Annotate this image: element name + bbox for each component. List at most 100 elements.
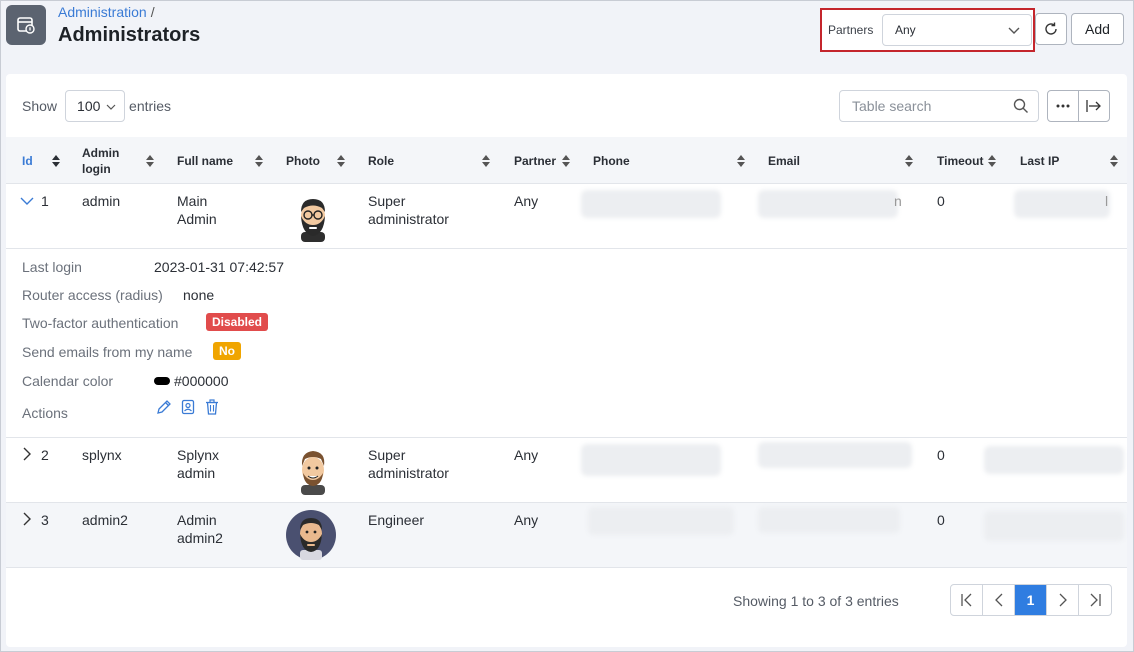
partners-label: Partners — [828, 23, 874, 37]
cell-role: Super administrator — [368, 192, 449, 228]
sort-icon[interactable] — [905, 155, 913, 167]
table-search-input[interactable]: Table search — [839, 90, 1039, 122]
send-emails-status-badge: No — [213, 342, 241, 360]
last-ip-redacted — [984, 446, 1124, 474]
actions-label: Actions — [22, 405, 68, 421]
column-header-full-name[interactable]: Full name — [177, 137, 233, 184]
phone-redacted — [581, 190, 721, 218]
cell-timeout: 0 — [937, 512, 945, 528]
sort-icon[interactable] — [562, 155, 570, 167]
two-factor-label: Two-factor authentication — [22, 315, 179, 331]
sort-icon[interactable] — [255, 155, 263, 167]
expand-row-toggle[interactable] — [20, 512, 34, 526]
avatar-bearded-man-circle-image — [286, 510, 336, 560]
cell-id: 3 — [41, 512, 49, 528]
cell-full-name: Main Admin — [177, 192, 217, 228]
email-redacted — [758, 190, 898, 218]
sort-icon[interactable] — [737, 155, 745, 167]
last-ip-redacted — [1014, 190, 1110, 218]
previous-page-button[interactable] — [983, 585, 1015, 615]
full-name-line-2: admin — [177, 465, 216, 481]
phone-redacted — [581, 444, 721, 476]
cell-timeout: 0 — [937, 193, 945, 209]
page-1-button[interactable]: 1 — [1015, 585, 1047, 615]
cell-partner: Any — [514, 512, 539, 528]
chevron-right-icon — [23, 512, 31, 526]
chevron-right-icon — [1059, 593, 1067, 607]
cell-role: Engineer — [368, 512, 425, 528]
sort-icon[interactable] — [146, 155, 154, 167]
column-header-partner[interactable]: Partner — [514, 137, 556, 184]
email-redacted — [758, 442, 912, 468]
column-header-last-ip[interactable]: Last IP — [1020, 137, 1059, 184]
chevron-right-icon — [23, 447, 31, 461]
expand-row-toggle[interactable] — [20, 447, 34, 461]
refresh-button[interactable] — [1035, 13, 1067, 45]
first-page-button[interactable] — [951, 585, 983, 615]
cell-login: admin2 — [82, 512, 128, 528]
phone-redacted — [588, 507, 734, 535]
table-row[interactable]: 1 admin Main Admin Super administrator A… — [6, 184, 1127, 249]
email-redacted — [758, 507, 900, 533]
column-header-id[interactable]: Id — [22, 137, 33, 184]
calendar-color-swatch — [154, 377, 170, 385]
table-row[interactable]: 2 splynx Splynx admin Super administrato… — [6, 438, 1127, 503]
column-header-admin-login[interactable]: Admin login — [82, 137, 119, 184]
cell-partner: Any — [514, 193, 539, 209]
cell-partner: Any — [514, 447, 539, 463]
entries-label: entries — [129, 98, 172, 114]
partners-select-value: Any — [895, 23, 916, 37]
pagination: 1 — [950, 584, 1112, 616]
column-header-timeout[interactable]: Timeout — [937, 137, 983, 184]
admin-login-line-2: login — [82, 161, 111, 176]
sort-icon[interactable] — [52, 155, 60, 167]
column-header-photo[interactable]: Photo — [286, 137, 320, 184]
breadcrumb-separator: / — [150, 4, 155, 20]
role-line-1: Super — [368, 447, 406, 463]
chevron-down-icon — [20, 197, 34, 205]
column-header-phone[interactable]: Phone — [593, 137, 630, 184]
cell-id: 1 — [41, 193, 49, 209]
expand-columns-button[interactable] — [1078, 91, 1109, 121]
admin-login-line-1: Admin — [82, 145, 120, 160]
role-line-2: administrator — [368, 465, 449, 481]
calendar-color-value: #000000 — [174, 373, 229, 389]
more-options-button[interactable] — [1048, 91, 1078, 121]
avatar — [286, 510, 336, 564]
last-page-icon — [1090, 593, 1101, 607]
column-header-email[interactable]: Email — [768, 137, 800, 184]
refresh-icon — [1045, 22, 1057, 35]
delete-trash-icon[interactable] — [204, 399, 220, 415]
sort-icon[interactable] — [1110, 155, 1118, 167]
router-access-value: none — [183, 287, 215, 303]
chevron-down-icon — [1008, 27, 1020, 34]
entries-select-value: 100 — [77, 98, 101, 114]
table-search-placeholder: Table search — [852, 98, 932, 114]
entries-select[interactable]: 100 — [65, 90, 126, 122]
user-card-icon[interactable] — [180, 399, 196, 415]
role-line-1: Super — [368, 193, 406, 209]
showing-entries-text: Showing 1 to 3 of 3 entries — [733, 593, 899, 609]
last-page-button[interactable] — [1079, 585, 1111, 615]
next-page-button[interactable] — [1047, 585, 1079, 615]
add-button[interactable]: Add — [1071, 13, 1124, 45]
edit-pencil-icon[interactable] — [156, 399, 172, 415]
collapse-row-toggle[interactable] — [20, 194, 34, 208]
breadcrumb-administration-link[interactable]: Administration — [58, 4, 147, 20]
more-dots-icon — [1056, 104, 1070, 108]
partners-filter: Partners Any — [820, 8, 1035, 52]
cell-login: splynx — [82, 447, 122, 463]
router-access-label: Router access (radius) — [22, 287, 163, 303]
partners-select[interactable]: Any — [882, 14, 1032, 46]
column-header-role[interactable]: Role — [368, 137, 394, 184]
search-icon[interactable] — [1013, 98, 1029, 114]
sort-icon[interactable] — [988, 155, 996, 167]
role-line-2: administrator — [368, 211, 449, 227]
sort-icon[interactable] — [337, 155, 345, 167]
cell-id: 2 — [41, 447, 49, 463]
cell-login: admin — [82, 193, 121, 209]
full-name-line-1: Admin — [177, 512, 217, 528]
cell-role: Super administrator — [368, 446, 449, 482]
sort-icon[interactable] — [482, 155, 490, 167]
table-row[interactable]: 3 admin2 Admin admin2 Engineer Any 0 — [6, 503, 1127, 568]
